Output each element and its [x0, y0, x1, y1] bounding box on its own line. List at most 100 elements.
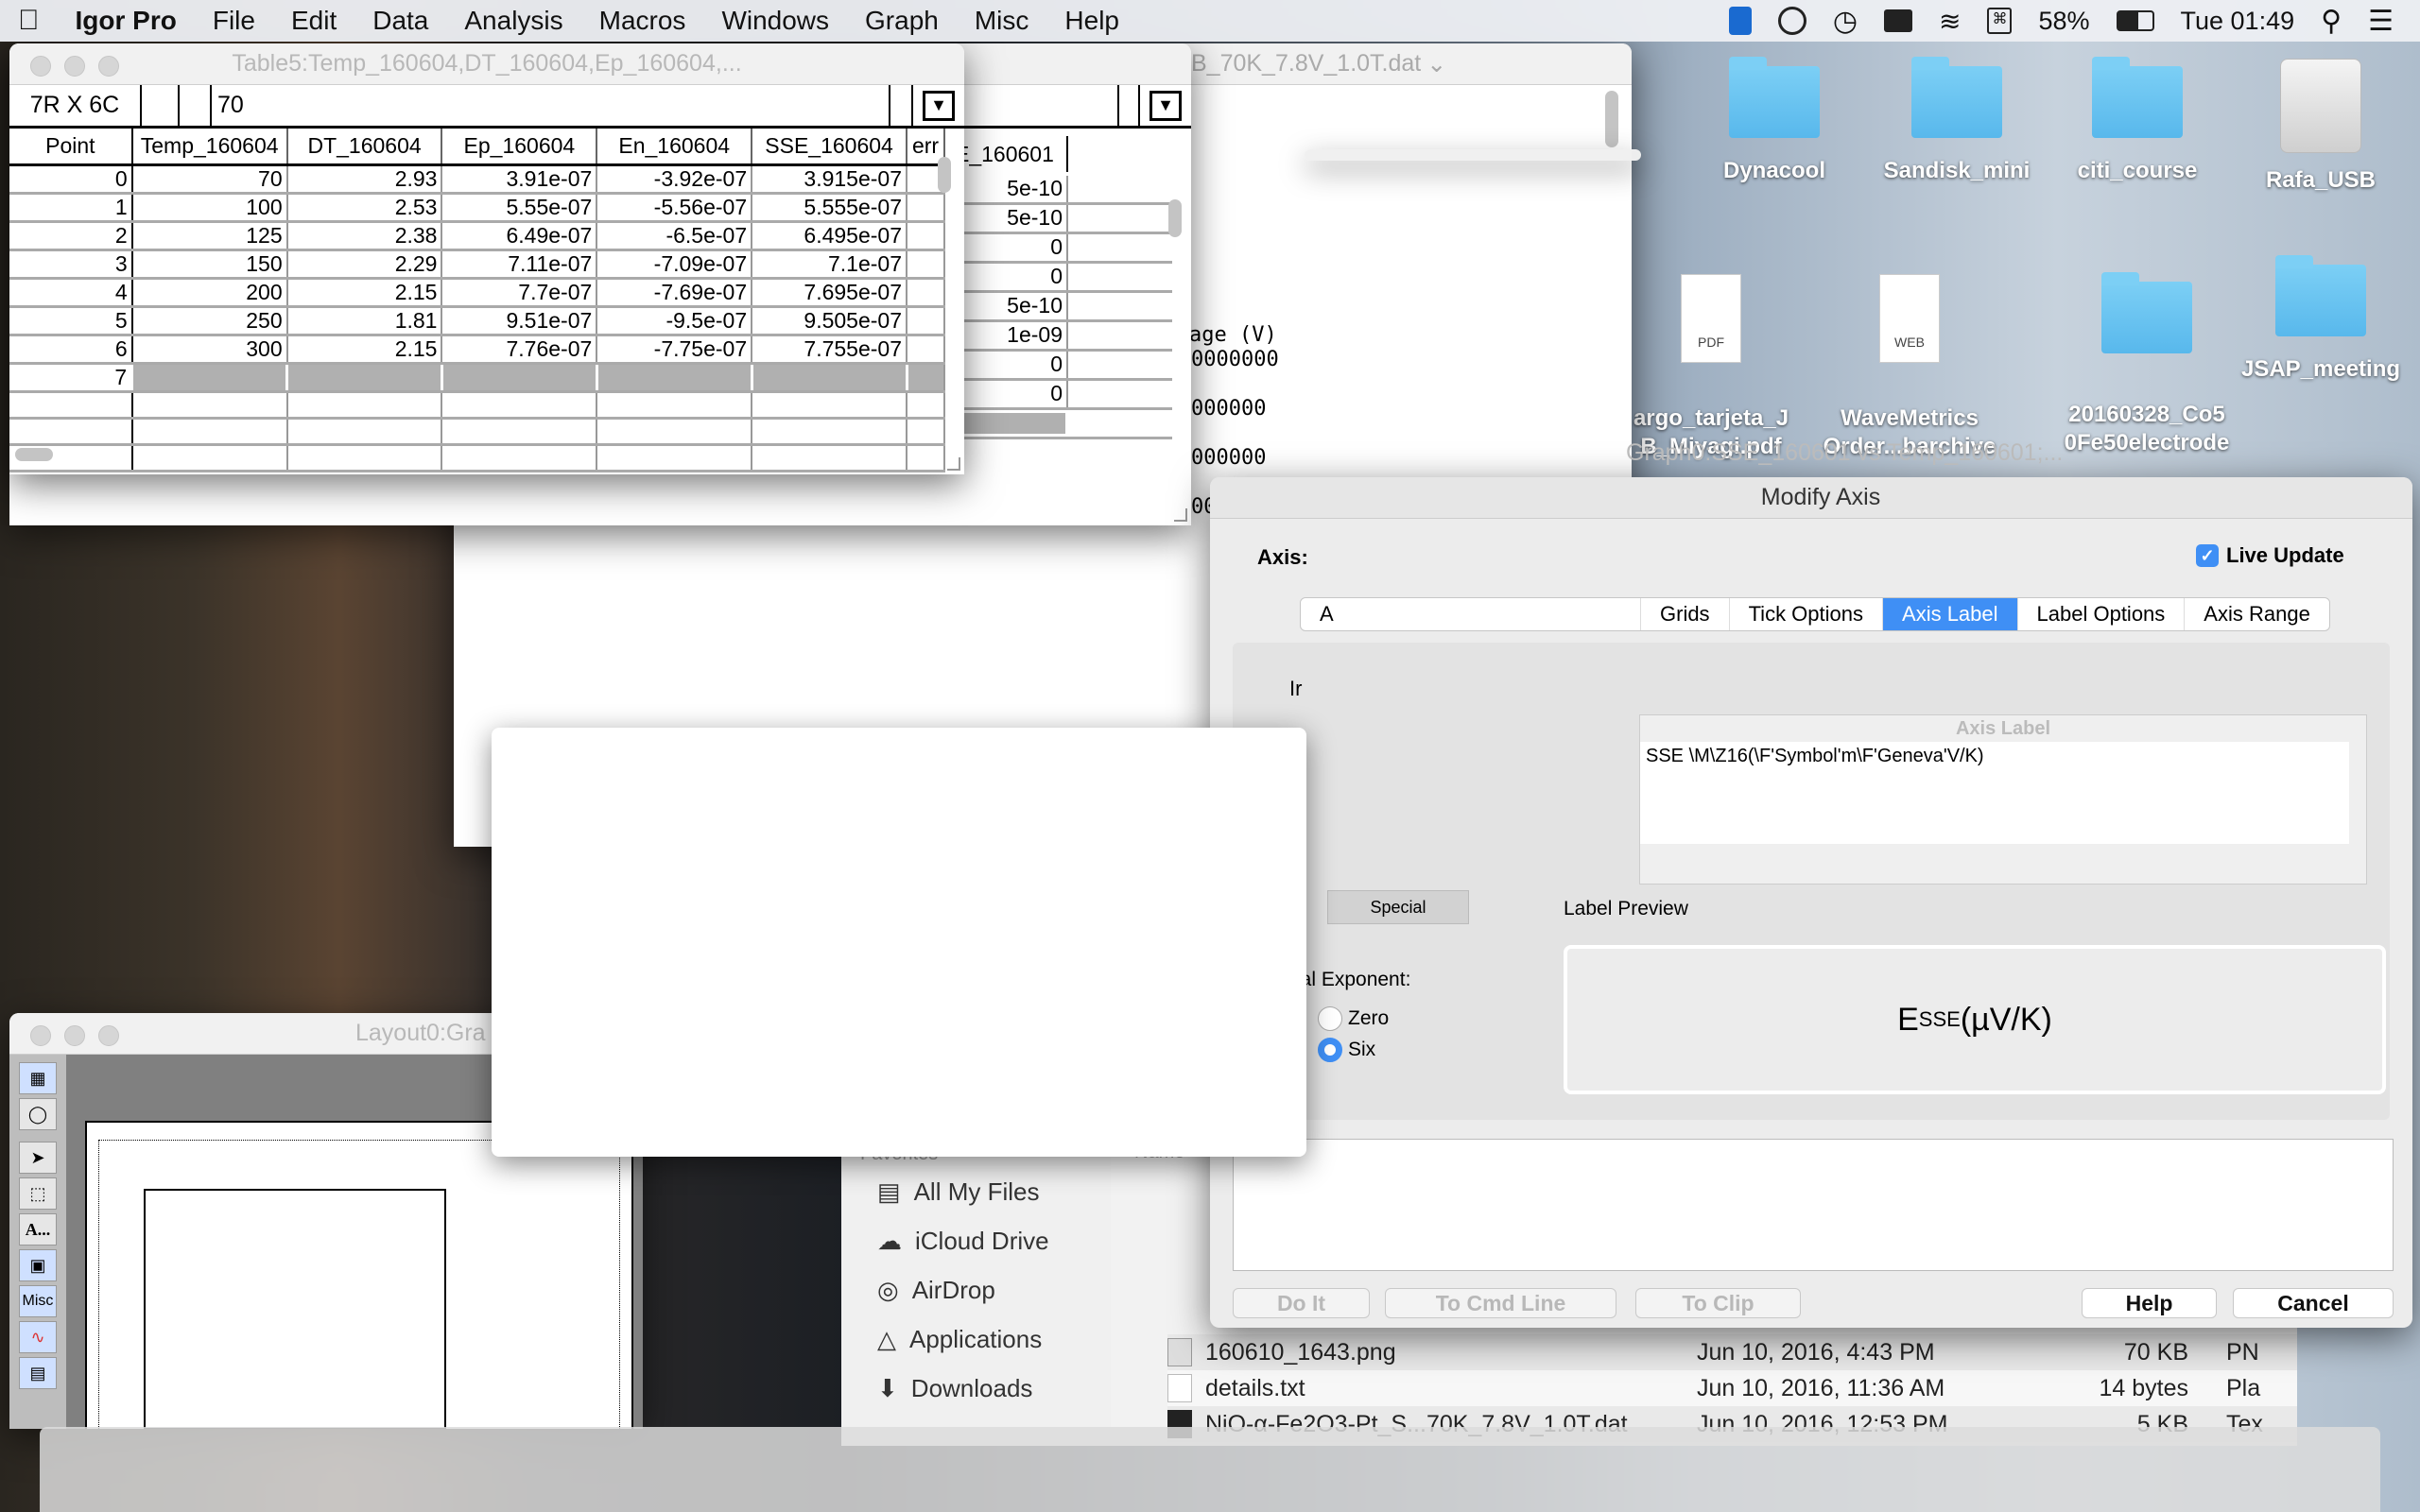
table-cell[interactable] [596, 444, 753, 472]
table-cell[interactable] [905, 361, 945, 393]
menu-windows[interactable]: Windows [703, 6, 847, 36]
table-cell[interactable]: 1.81 [286, 306, 443, 336]
column-header[interactable]: Temp_160604 [131, 129, 288, 166]
close-button[interactable] [30, 1025, 51, 1046]
table-cell[interactable]: 0 [955, 352, 1172, 381]
table-cell[interactable]: 125 [131, 221, 288, 251]
menu-help[interactable]: Help [1046, 6, 1137, 36]
desktop-folder-dynacool[interactable]: Dynacool [1685, 57, 1864, 185]
table-cell[interactable] [596, 391, 753, 420]
app-menu[interactable]: Igor Pro [58, 6, 195, 36]
table-cell[interactable] [907, 418, 945, 446]
table-cell[interactable]: 0 [955, 381, 1172, 410]
table-cell[interactable]: 9.51e-07 [441, 306, 598, 336]
resize-grip[interactable] [1174, 508, 1187, 522]
menu-graph[interactable]: Graph [847, 6, 957, 36]
column-header[interactable]: DT_160604 [286, 129, 443, 166]
cancel-button[interactable]: Cancel [2233, 1288, 2394, 1318]
table-cell[interactable]: 6.495e-07 [752, 221, 908, 251]
marquee-tool[interactable]: ⬚ [19, 1177, 57, 1210]
column-header[interactable]: En_160604 [596, 129, 753, 166]
table-cell[interactable]: -7.69e-07 [596, 278, 753, 308]
table-cell[interactable] [9, 391, 133, 420]
table-dropdown[interactable]: ▼ [923, 90, 955, 121]
text-tool[interactable]: A... [19, 1213, 57, 1246]
table-cell[interactable]: 100 [131, 193, 288, 223]
file-row[interactable]: details.txt Jun 10, 2016, 11:36 AM 14 by… [1167, 1370, 2297, 1406]
table-cell[interactable] [441, 391, 598, 420]
help-button[interactable]: Help [2082, 1288, 2217, 1318]
resize-grip[interactable] [947, 457, 960, 471]
tab-label-options[interactable]: Label Options [2018, 598, 2186, 630]
dialog-titlebar[interactable]: Modify Axis [1210, 477, 2412, 519]
wifi-icon[interactable]: ≋ [1939, 6, 1961, 37]
command-textarea[interactable] [1233, 1139, 2394, 1271]
battery-icon[interactable] [2116, 10, 2154, 31]
table-cell[interactable]: 2.93 [286, 164, 443, 195]
command-icon[interactable]: ⌘ [1987, 8, 2013, 34]
table-cell[interactable] [907, 193, 945, 223]
table-cell[interactable]: 5.555e-07 [752, 193, 908, 223]
table-cell[interactable]: 5e-10 [955, 176, 1172, 205]
graph-object[interactable] [144, 1189, 446, 1429]
sidebar-item-icloud[interactable]: ☁ iCloud Drive [877, 1227, 1049, 1256]
graph-tool[interactable]: ∿ [19, 1321, 57, 1353]
sidebar-item-airdrop[interactable]: ◎ AirDrop [877, 1276, 995, 1305]
table-cell[interactable] [750, 361, 908, 393]
menu-data[interactable]: Data [354, 6, 446, 36]
table-cell[interactable]: 250 [131, 306, 288, 336]
table-cell[interactable] [907, 306, 945, 336]
menu-misc[interactable]: Misc [957, 6, 1047, 36]
frame-tool[interactable]: ▣ [19, 1249, 57, 1281]
tab-axis-range[interactable]: Axis Range [2185, 598, 2329, 630]
table-cell[interactable]: -7.09e-07 [596, 249, 753, 280]
tab-grids[interactable]: Grids [1641, 598, 1730, 630]
arrow-tool[interactable]: ➤ [19, 1142, 57, 1174]
table-cell[interactable]: -9.5e-07 [596, 306, 753, 336]
drawing-mode-tool[interactable]: ◯ [19, 1098, 57, 1130]
menu-macros[interactable]: Macros [581, 6, 704, 36]
table-cell[interactable]: 0 [955, 234, 1172, 264]
live-update-checkbox[interactable]: ✓ Live Update [2196, 543, 2344, 568]
table-cell[interactable]: 2.15 [286, 278, 443, 308]
back-table-column-header[interactable]: E_160601 [955, 136, 1068, 172]
table-tool[interactable]: ▤ [19, 1357, 57, 1389]
table-cell[interactable] [752, 418, 908, 446]
axis-label-textarea[interactable]: SSE \M\Z16(\F'Symbol'm\F'Geneva'V/K) [1640, 742, 2349, 844]
table-cell[interactable]: -5.56e-07 [596, 193, 753, 223]
menu-edit[interactable]: Edit [273, 6, 354, 36]
table-cell[interactable] [131, 418, 288, 446]
table-cell[interactable]: 2.38 [286, 221, 443, 251]
notification-center-icon[interactable]: ☰ [2368, 5, 2394, 38]
exponent-zero-radio[interactable]: Zero [1318, 1006, 1389, 1031]
time-machine-icon[interactable]: ◷ [1833, 5, 1858, 38]
menu-file[interactable]: File [195, 6, 273, 36]
desktop-file-webarchive[interactable]: WEB WaveMetrics Order...barchive [1820, 246, 1999, 461]
column-header[interactable]: Point [9, 129, 133, 166]
teamviewer-icon[interactable] [1728, 7, 1752, 35]
keyboard-icon[interactable] [1884, 9, 1912, 32]
zoom-button[interactable] [98, 1025, 119, 1046]
desktop-folder-citi[interactable]: citi_course [2048, 57, 2227, 185]
table-cell[interactable]: 3.91e-07 [441, 164, 598, 195]
close-button[interactable] [30, 56, 51, 77]
table-window-titlebar[interactable]: Table5:Temp_160604,DT_160604,Ep_160604,.… [9, 43, 964, 85]
table-cell[interactable]: 150 [131, 249, 288, 280]
minimize-button[interactable] [64, 56, 85, 77]
menu-analysis[interactable]: Analysis [446, 6, 580, 36]
table-cell[interactable]: 7.755e-07 [752, 335, 908, 365]
table-cell[interactable] [907, 278, 945, 308]
vertical-scrollbar[interactable] [938, 157, 951, 193]
table-cell[interactable]: 5e-10 [955, 205, 1172, 234]
desktop-folder-jsap[interactable]: JSAP_meeting [2231, 255, 2411, 384]
table-cell[interactable] [752, 391, 908, 420]
table-cell[interactable] [285, 361, 443, 393]
table-cell[interactable] [907, 335, 945, 365]
sidebar-item-applications[interactable]: △ Applications [877, 1325, 1042, 1354]
table-cell[interactable]: 2.53 [286, 193, 443, 223]
tab-axis[interactable]: A [1301, 598, 1641, 630]
spotlight-icon[interactable]: ⚲ [2321, 5, 2342, 38]
table-cell[interactable] [286, 418, 443, 446]
table-cell[interactable] [131, 391, 288, 420]
minimize-button[interactable] [64, 1025, 85, 1046]
